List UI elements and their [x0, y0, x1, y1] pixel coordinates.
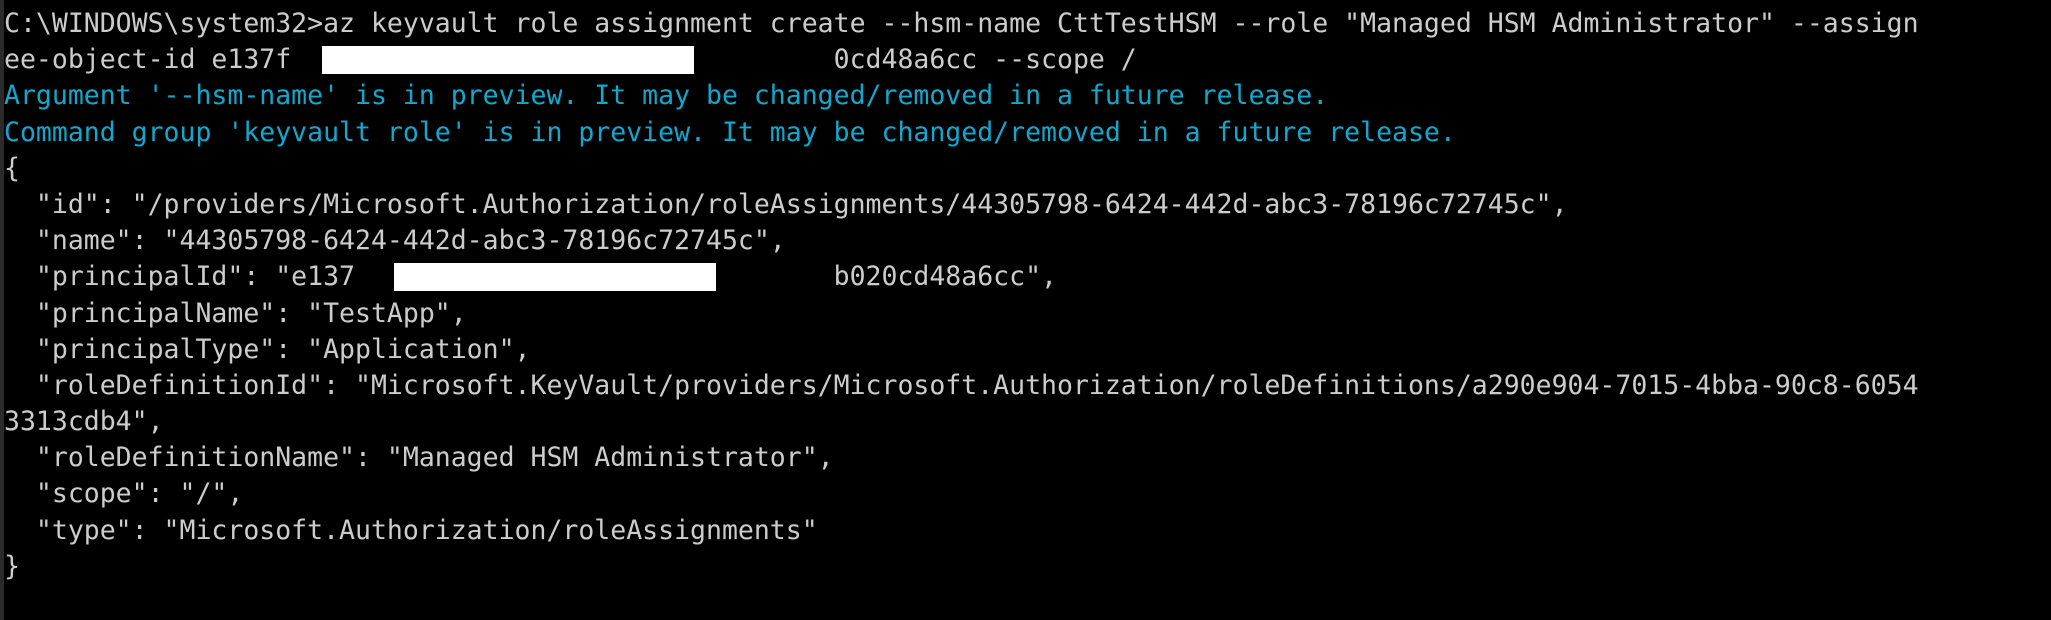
- line-json-principaltype-text: "principalType": "Application",: [4, 333, 531, 365]
- line-json-id-text: "id": "/providers/Microsoft.Authorizatio…: [4, 188, 1568, 220]
- line-command-2-redaction-box: [322, 46, 694, 75]
- line-json-close: }: [4, 549, 2051, 585]
- line-json-scope-text: "scope": "/",: [4, 478, 244, 510]
- line-json-principalid-redaction-box: [394, 263, 716, 292]
- line-json-type: "type": "Microsoft.Authorization/roleAss…: [4, 513, 2051, 549]
- line-json-open-text: {: [4, 152, 20, 184]
- line-json-principaltype: "principalType": "Application",: [4, 332, 2051, 368]
- line-json-roledefinitionid: "roleDefinitionId": "Microsoft.KeyVault/…: [4, 368, 2051, 404]
- line-json-type-text: "type": "Microsoft.Authorization/roleAss…: [4, 514, 818, 546]
- line-json-principalname-text: "principalName": "TestApp",: [4, 297, 467, 329]
- line-warning-2: Command group 'keyvault role' is in prev…: [4, 115, 2051, 151]
- command-prompt-window[interactable]: C:\WINDOWS\system32>az keyvault role ass…: [0, 0, 2051, 620]
- line-warning-1-text: Argument '--hsm-name' is in preview. It …: [4, 80, 1329, 112]
- line-json-name: "name": "44305798-6424-442d-abc3-78196c7…: [4, 223, 2051, 259]
- line-json-scope: "scope": "/",: [4, 476, 2051, 512]
- line-command-1-text: C:\WINDOWS\system32>az keyvault role ass…: [4, 8, 1919, 39]
- line-json-roledefinitionname-text: "roleDefinitionName": "Managed HSM Admin…: [4, 442, 834, 474]
- line-json-principalid: "principalId": "e137 b020cd48a6cc",: [4, 259, 2051, 295]
- line-json-roledefinitionname: "roleDefinitionName": "Managed HSM Admin…: [4, 440, 2051, 476]
- line-json-open: {: [4, 151, 2051, 187]
- line-warning-1: Argument '--hsm-name' is in preview. It …: [4, 78, 2051, 114]
- line-warning-2-text: Command group 'keyvault role' is in prev…: [4, 116, 1456, 148]
- line-json-close-text: }: [4, 550, 20, 582]
- line-command-1: C:\WINDOWS\system32>az keyvault role ass…: [4, 6, 2051, 42]
- line-json-roledefinitionid-wrap-text: 3313cdb4",: [4, 406, 164, 438]
- line-json-id: "id": "/providers/Microsoft.Authorizatio…: [4, 187, 2051, 223]
- line-command-2: ee-object-id e137f 0cd48a6cc --scope /: [4, 42, 2051, 78]
- line-json-principalname: "principalName": "TestApp",: [4, 296, 2051, 332]
- line-json-roledefinitionid-wrap: 3313cdb4",: [4, 404, 2051, 440]
- line-json-name-text: "name": "44305798-6424-442d-abc3-78196c7…: [4, 225, 786, 257]
- line-json-roledefinitionid-text: "roleDefinitionId": "Microsoft.KeyVault/…: [4, 369, 1919, 401]
- terminal-output-area[interactable]: C:\WINDOWS\system32>az keyvault role ass…: [0, 6, 2051, 585]
